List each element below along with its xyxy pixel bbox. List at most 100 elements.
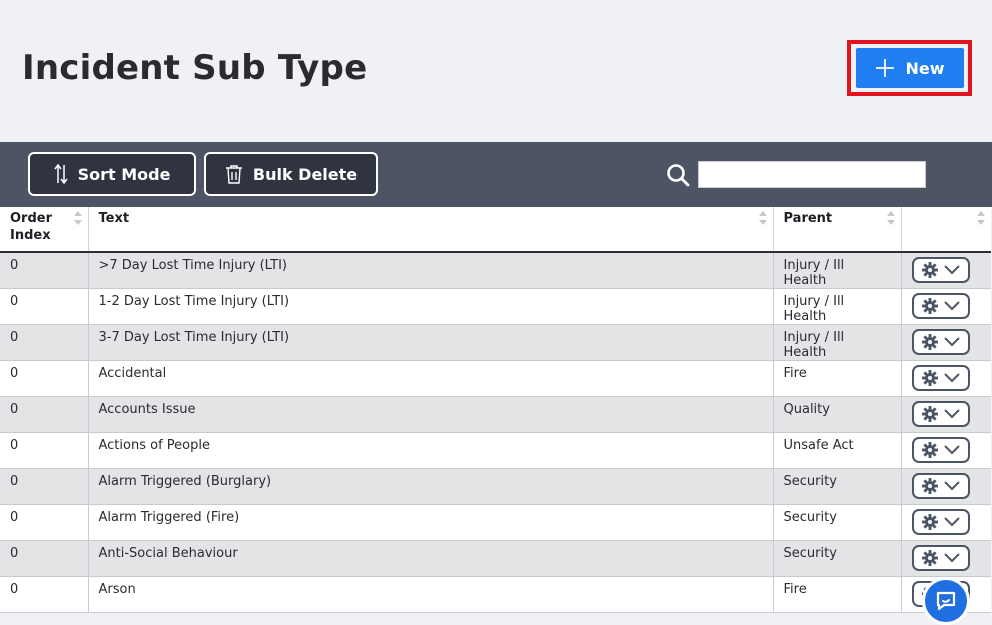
column-header-text[interactable]: Text (87, 207, 773, 253)
table-row[interactable]: 0 Anti-Social Behaviour Security (0, 540, 991, 577)
sort-arrows-icon (53, 163, 68, 185)
table-row[interactable]: 0 >7 Day Lost Time Injury (LTI) Injury / I… (0, 252, 991, 289)
table-row[interactable]: 0 3-7 Day Lost Time Injury (LTI) Injury / … (0, 324, 991, 361)
table-row[interactable]: 0 Accidental Fire (0, 360, 991, 397)
order-index-cell: 0 (0, 432, 88, 469)
actions-cell (900, 324, 991, 361)
row-actions-button[interactable] (911, 257, 970, 283)
parent-cell: Injury / Ill Health (772, 324, 901, 361)
sort-icon (73, 211, 82, 225)
row-actions-button[interactable] (911, 365, 970, 391)
order-index-cell: 0 (0, 504, 88, 541)
actions-cell (900, 288, 991, 325)
column-header-parent[interactable]: Parent (772, 207, 901, 253)
row-actions-button[interactable] (911, 329, 970, 355)
bulk-delete-button[interactable]: Bulk Delete (204, 152, 378, 196)
parent-cell: Security (772, 540, 901, 577)
data-table: Order Index Text Parent 0 >7 Day Lost Tim… (0, 207, 991, 613)
text-cell: Anti-Social Behaviour (87, 540, 773, 577)
new-button[interactable]: New (856, 48, 964, 88)
order-index-cell: 0 (0, 252, 88, 289)
column-header-order-index[interactable]: Order Index (0, 207, 88, 253)
order-index-cell: 0 (0, 396, 88, 433)
table-row[interactable]: 0 Actions of People Unsafe Act (0, 432, 991, 469)
sort-mode-button[interactable]: Sort Mode (28, 152, 196, 196)
order-index-cell: 0 (0, 288, 88, 325)
parent-cell: Security (772, 468, 901, 505)
plus-icon (876, 59, 895, 77)
parent-cell: Injury / Ill Health (772, 288, 901, 325)
gear-icon (921, 334, 938, 350)
parent-cell: Fire (772, 576, 901, 613)
gear-icon (921, 514, 938, 530)
chevron-down-icon (943, 481, 960, 491)
row-actions-button[interactable] (911, 473, 970, 499)
chevron-down-icon (943, 373, 960, 383)
sort-mode-label: Sort Mode (77, 164, 171, 184)
text-cell: Arson (87, 576, 773, 613)
gear-icon (921, 406, 938, 422)
sort-icon (758, 211, 767, 225)
actions-cell (900, 252, 991, 289)
chat-icon (936, 591, 956, 611)
text-cell: 3-7 Day Lost Time Injury (LTI) (87, 324, 773, 361)
chevron-down-icon (943, 337, 960, 347)
order-index-cell: 0 (0, 324, 88, 361)
chevron-down-icon (943, 553, 960, 563)
chevron-down-icon (943, 409, 960, 419)
chevron-down-icon (943, 265, 960, 275)
order-index-cell: 0 (0, 360, 88, 397)
order-index-cell: 0 (0, 468, 88, 505)
row-actions-button[interactable] (911, 401, 970, 427)
chevron-down-icon (943, 517, 960, 527)
column-header-actions[interactable] (900, 207, 991, 253)
search-input[interactable] (698, 161, 926, 188)
table-row[interactable]: 0 Alarm Triggered (Fire) Security (0, 504, 991, 541)
search-icon[interactable] (665, 162, 691, 188)
table-row[interactable]: 0 Accounts Issue Quality (0, 396, 991, 433)
actions-cell (900, 432, 991, 469)
text-cell: Accidental (87, 360, 773, 397)
bulk-delete-label: Bulk Delete (252, 164, 358, 184)
gear-icon (921, 550, 938, 566)
row-actions-button[interactable] (911, 545, 970, 571)
text-cell: Actions of People (87, 432, 773, 469)
text-cell: 1-2 Day Lost Time Injury (LTI) (87, 288, 773, 325)
row-actions-button[interactable] (911, 509, 970, 535)
row-actions-button[interactable] (911, 437, 970, 463)
gear-icon (921, 370, 938, 386)
table-row[interactable]: 0 Arson Fire (0, 576, 991, 613)
page-header: Incident Sub Type New (0, 0, 992, 142)
parent-cell: Unsafe Act (772, 432, 901, 469)
new-button-label: New (905, 58, 945, 78)
row-actions-button[interactable] (911, 293, 970, 319)
sort-icon (886, 211, 895, 225)
chevron-down-icon (943, 301, 960, 311)
parent-cell: Injury / Ill Health (772, 252, 901, 289)
text-cell: >7 Day Lost Time Injury (LTI) (87, 252, 773, 289)
actions-cell (900, 396, 991, 433)
gear-icon (921, 442, 938, 458)
order-index-cell: 0 (0, 576, 88, 613)
chat-support-button[interactable] (922, 577, 970, 625)
gear-icon (921, 298, 938, 314)
page-title: Incident Sub Type (22, 48, 368, 88)
actions-cell (900, 468, 991, 505)
parent-cell: Quality (772, 396, 901, 433)
table-header-row: Order Index Text Parent (0, 207, 991, 253)
actions-cell (900, 540, 991, 577)
parent-cell: Fire (772, 360, 901, 397)
actions-cell (900, 360, 991, 397)
parent-cell: Security (772, 504, 901, 541)
trash-icon (225, 165, 242, 184)
table-row[interactable]: 0 1-2 Day Lost Time Injury (LTI) Injury / … (0, 288, 991, 325)
gear-icon (921, 262, 938, 278)
sort-icon (977, 211, 985, 225)
actions-cell (900, 504, 991, 541)
chevron-down-icon (943, 445, 960, 455)
text-cell: Accounts Issue (87, 396, 773, 433)
text-cell: Alarm Triggered (Fire) (87, 504, 773, 541)
order-index-cell: 0 (0, 540, 88, 577)
gear-icon (921, 478, 938, 494)
table-row[interactable]: 0 Alarm Triggered (Burglary) Security (0, 468, 991, 505)
